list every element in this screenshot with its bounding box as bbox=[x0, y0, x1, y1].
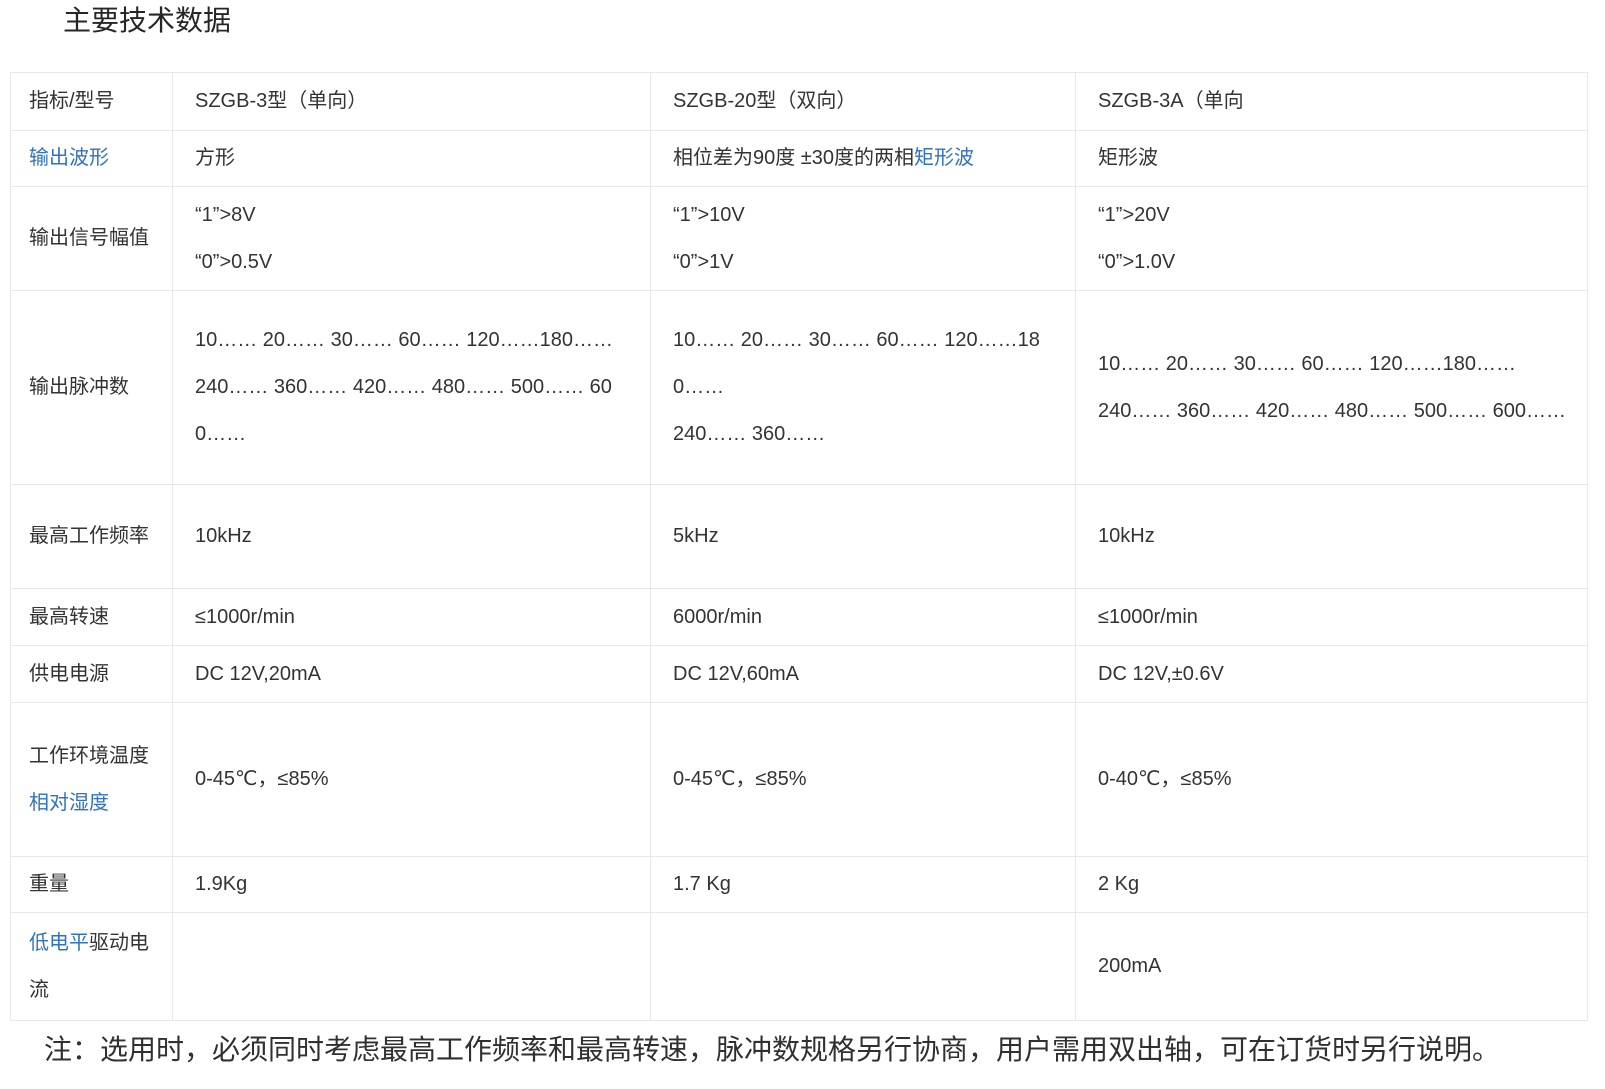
environment-label-text: 工作环境温度 bbox=[29, 733, 152, 780]
cell-power-szgb3a: DC 12V,±0.6V bbox=[1076, 646, 1588, 703]
label-environment: 工作环境温度 相对湿度 bbox=[11, 703, 173, 857]
amplitude-szgb3-text: “1”>8V “0”>0.5V bbox=[195, 192, 630, 286]
label-drive-current: 低电平驱动电流 bbox=[11, 913, 173, 1021]
row-max-frequency: 最高工作频率 10kHz 5kHz 10kHz bbox=[11, 485, 1588, 589]
label-pulses: 输出脉冲数 bbox=[11, 291, 173, 485]
cell-waveform-szgb3: 方形 bbox=[173, 131, 651, 187]
cell-drive-current-szgb3 bbox=[173, 913, 651, 1021]
cell-power-szgb3: DC 12V,20mA bbox=[173, 646, 651, 703]
footnote: 注：选用时，必须同时考虑最高工作频率和最高转速，脉冲数规格另行协商，用户需用双出… bbox=[44, 1033, 1605, 1067]
row-environment: 工作环境温度 相对湿度 0-45℃，≤85% 0-45℃，≤85% 0-40℃，… bbox=[11, 703, 1588, 857]
label-max-speed: 最高转速 bbox=[11, 589, 173, 646]
label-power: 供电电源 bbox=[11, 646, 173, 703]
cell-max-frequency-szgb3a: 10kHz bbox=[1076, 485, 1588, 589]
cell-pulses-szgb20: 10…… 20…… 30…… 60…… 120……180…… 240…… 360… bbox=[651, 291, 1076, 485]
label-weight: 重量 bbox=[11, 857, 173, 913]
cell-weight-szgb3a: 2 Kg bbox=[1076, 857, 1588, 913]
low-level-link[interactable]: 低电平 bbox=[29, 932, 89, 954]
label-max-frequency: 最高工作频率 bbox=[11, 485, 173, 589]
cell-waveform-szgb20: 相位差为90度 ±30度的两相矩形波 bbox=[651, 131, 1076, 187]
cell-drive-current-szgb20 bbox=[651, 913, 1076, 1021]
cell-max-speed-szgb20: 6000r/min bbox=[651, 589, 1076, 646]
cell-max-frequency-szgb20: 5kHz bbox=[651, 485, 1076, 589]
pulses-szgb20-text: 10…… 20…… 30…… 60…… 120……180…… 240…… 360… bbox=[673, 317, 1055, 458]
row-pulses: 输出脉冲数 10…… 20…… 30…… 60…… 120……180…… 240… bbox=[11, 291, 1588, 485]
row-max-speed: 最高转速 ≤1000r/min 6000r/min ≤1000r/min bbox=[11, 589, 1588, 646]
waveform-szgb3-text: 方形 bbox=[195, 147, 235, 169]
cell-max-speed-szgb3: ≤1000r/min bbox=[173, 589, 651, 646]
humidity-link[interactable]: 相对湿度 bbox=[29, 792, 109, 814]
header-metric-label: 指标/型号 bbox=[11, 73, 173, 131]
cell-environment-szgb3: 0-45℃，≤85% bbox=[173, 703, 651, 857]
cell-weight-szgb20: 1.7 Kg bbox=[651, 857, 1076, 913]
rect-wave-link[interactable]: 矩形波 bbox=[914, 147, 974, 169]
spec-table: 指标/型号 SZGB-3型（单向） SZGB-20型（双向） SZGB-3A（单… bbox=[10, 72, 1588, 1021]
cell-amplitude-szgb3: “1”>8V “0”>0.5V bbox=[173, 187, 651, 291]
pulses-szgb3-text: 10…… 20…… 30…… 60…… 120……180…… 240…… 360… bbox=[195, 317, 630, 458]
waveform-szgb20-text: 相位差为90度 ±30度的两相 bbox=[673, 147, 914, 169]
waveform-szgb3a-text: 矩形波 bbox=[1098, 147, 1158, 169]
header-model-szgb3: SZGB-3型（单向） bbox=[173, 73, 651, 131]
row-weight: 重量 1.9Kg 1.7 Kg 2 Kg bbox=[11, 857, 1588, 913]
cell-environment-szgb20: 0-45℃，≤85% bbox=[651, 703, 1076, 857]
row-waveform: 输出波形 方形 相位差为90度 ±30度的两相矩形波 矩形波 bbox=[11, 131, 1588, 187]
header-model-szgb3a: SZGB-3A（单向 bbox=[1076, 73, 1588, 131]
header-model-szgb20: SZGB-20型（双向） bbox=[651, 73, 1076, 131]
cell-max-frequency-szgb3: 10kHz bbox=[173, 485, 651, 589]
amplitude-szgb3a-text: “1”>20V “0”>1.0V bbox=[1098, 192, 1567, 286]
row-amplitude: 输出信号幅值 “1”>8V “0”>0.5V “1”>10V “0”>1V “1… bbox=[11, 187, 1588, 291]
waveform-link[interactable]: 输出波形 bbox=[29, 147, 109, 169]
cell-max-speed-szgb3a: ≤1000r/min bbox=[1076, 589, 1588, 646]
table-header-row: 指标/型号 SZGB-3型（单向） SZGB-20型（双向） SZGB-3A（单… bbox=[11, 73, 1588, 131]
cell-environment-szgb3a: 0-40℃，≤85% bbox=[1076, 703, 1588, 857]
cell-waveform-szgb3a: 矩形波 bbox=[1076, 131, 1588, 187]
cell-weight-szgb3: 1.9Kg bbox=[173, 857, 651, 913]
pulses-szgb3a-text: 10…… 20…… 30…… 60…… 120……180…… 240…… 360… bbox=[1098, 341, 1567, 435]
cell-pulses-szgb3: 10…… 20…… 30…… 60…… 120……180…… 240…… 360… bbox=[173, 291, 651, 485]
cell-pulses-szgb3a: 10…… 20…… 30…… 60…… 120……180…… 240…… 360… bbox=[1076, 291, 1588, 485]
cell-power-szgb20: DC 12V,60mA bbox=[651, 646, 1076, 703]
label-waveform: 输出波形 bbox=[11, 131, 173, 187]
cell-amplitude-szgb3a: “1”>20V “0”>1.0V bbox=[1076, 187, 1588, 291]
row-drive-current: 低电平驱动电流 200mA bbox=[11, 913, 1588, 1021]
cell-amplitude-szgb20: “1”>10V “0”>1V bbox=[651, 187, 1076, 291]
row-power: 供电电源 DC 12V,20mA DC 12V,60mA DC 12V,±0.6… bbox=[11, 646, 1588, 703]
label-amplitude: 输出信号幅值 bbox=[11, 187, 173, 291]
page-title: 主要技术数据 bbox=[63, 6, 1605, 36]
cell-drive-current-szgb3a: 200mA bbox=[1076, 913, 1588, 1021]
amplitude-szgb20-text: “1”>10V “0”>1V bbox=[673, 192, 1055, 286]
